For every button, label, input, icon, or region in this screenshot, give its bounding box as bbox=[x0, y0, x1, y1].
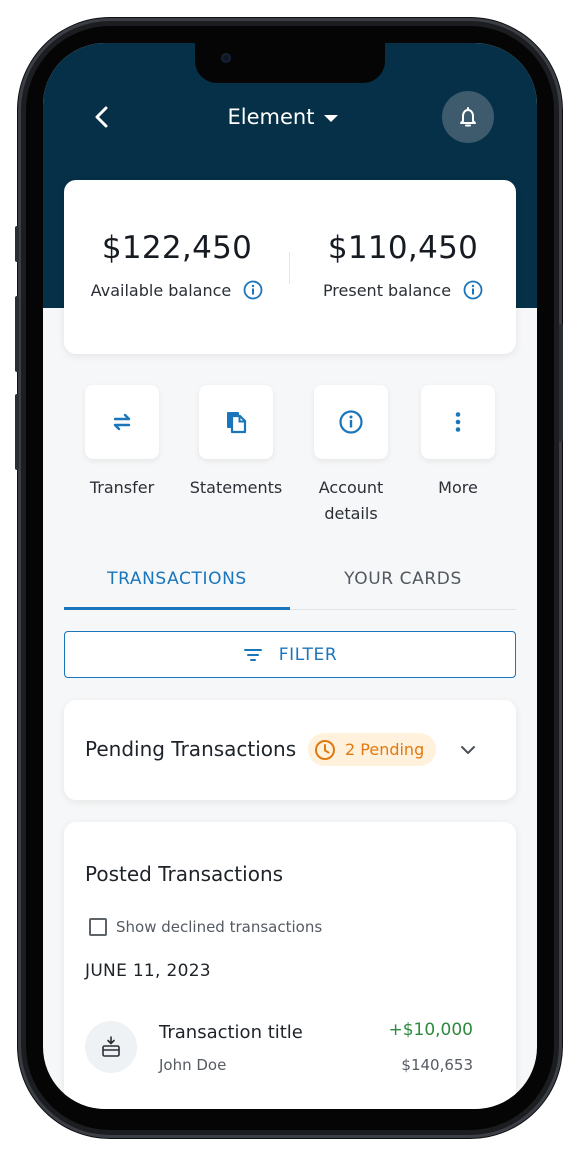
filter-icon bbox=[243, 648, 262, 661]
info-icon bbox=[339, 410, 363, 434]
statements-tile[interactable] bbox=[199, 385, 273, 459]
action-account-details[interactable]: Account details bbox=[296, 385, 406, 527]
chevron-down-icon[interactable] bbox=[458, 740, 478, 760]
power-button bbox=[559, 324, 563, 442]
front-camera bbox=[221, 53, 231, 63]
pending-title: Pending Transactions bbox=[85, 737, 297, 761]
action-label: More bbox=[438, 478, 478, 497]
app-screen: Element $122,450 Available balance $110,… bbox=[43, 43, 537, 1109]
page-title: Element bbox=[227, 105, 315, 129]
transaction-name: John Doe bbox=[159, 1056, 227, 1074]
transfer-tile[interactable] bbox=[85, 385, 159, 459]
more-tile[interactable] bbox=[421, 385, 495, 459]
action-label: Statements bbox=[189, 478, 283, 497]
balance-card: $122,450 Available balance $110,450 Pres… bbox=[64, 180, 516, 354]
show-declined-checkbox[interactable] bbox=[89, 918, 107, 936]
transaction-title: Transaction title bbox=[159, 1022, 303, 1043]
date-heading: JUNE 11, 2023 bbox=[85, 961, 211, 981]
documents-icon bbox=[227, 412, 247, 434]
volume-down-button bbox=[15, 394, 19, 470]
action-label: Account details bbox=[318, 478, 384, 523]
volume-up-button bbox=[15, 296, 19, 372]
pending-count: 2 Pending bbox=[345, 740, 425, 759]
posted-transactions-card: Posted Transactions Show declined transa… bbox=[64, 822, 516, 1109]
tab-transactions[interactable]: TRANSACTIONS bbox=[64, 569, 290, 611]
account-switcher[interactable]: Element bbox=[183, 103, 383, 131]
active-tab-indicator bbox=[64, 607, 290, 610]
posted-title: Posted Transactions bbox=[85, 862, 284, 886]
info-icon[interactable] bbox=[463, 280, 483, 300]
notch bbox=[195, 43, 385, 83]
mute-switch bbox=[15, 226, 19, 262]
available-balance: $122,450 Available balance bbox=[64, 230, 290, 300]
transaction-icon-circle bbox=[85, 1021, 137, 1073]
transaction-amount: +$10,000 bbox=[388, 1020, 473, 1040]
deposit-card-icon bbox=[102, 1036, 120, 1057]
chevron-left-icon bbox=[95, 106, 108, 128]
account-details-tile[interactable] bbox=[314, 385, 388, 459]
bell-icon bbox=[460, 107, 476, 127]
filter-label: FILTER bbox=[278, 644, 338, 665]
pending-badge: 2 Pending bbox=[308, 733, 437, 766]
caret-down-icon bbox=[324, 114, 339, 122]
more-vertical-icon bbox=[455, 412, 461, 432]
action-more[interactable]: More bbox=[403, 385, 513, 501]
tab-your-cards[interactable]: YOUR CARDS bbox=[290, 569, 516, 611]
present-balance-label-row: Present balance bbox=[290, 280, 516, 300]
back-button[interactable] bbox=[88, 103, 116, 131]
show-declined-label[interactable]: Show declined transactions bbox=[116, 918, 322, 936]
available-balance-amount: $122,450 bbox=[101, 230, 253, 266]
info-icon[interactable] bbox=[243, 280, 263, 300]
present-balance-amount: $110,450 bbox=[327, 230, 479, 266]
available-balance-label-row: Available balance bbox=[64, 280, 290, 300]
transaction-balance: $140,653 bbox=[401, 1056, 473, 1074]
action-transfer[interactable]: Transfer bbox=[67, 385, 177, 501]
notifications-button[interactable] bbox=[442, 91, 494, 143]
clock-icon bbox=[315, 739, 335, 760]
action-statements[interactable]: Statements bbox=[181, 385, 291, 501]
available-balance-label: Available balance bbox=[90, 280, 232, 300]
action-label: Transfer bbox=[89, 478, 155, 497]
pending-transactions-card[interactable]: Pending Transactions 2 Pending bbox=[64, 700, 516, 800]
present-balance: $110,450 Present balance bbox=[290, 230, 516, 300]
filter-button[interactable]: FILTER bbox=[64, 631, 516, 678]
present-balance-label: Present balance bbox=[322, 280, 452, 300]
transfer-arrows-icon bbox=[113, 413, 131, 431]
